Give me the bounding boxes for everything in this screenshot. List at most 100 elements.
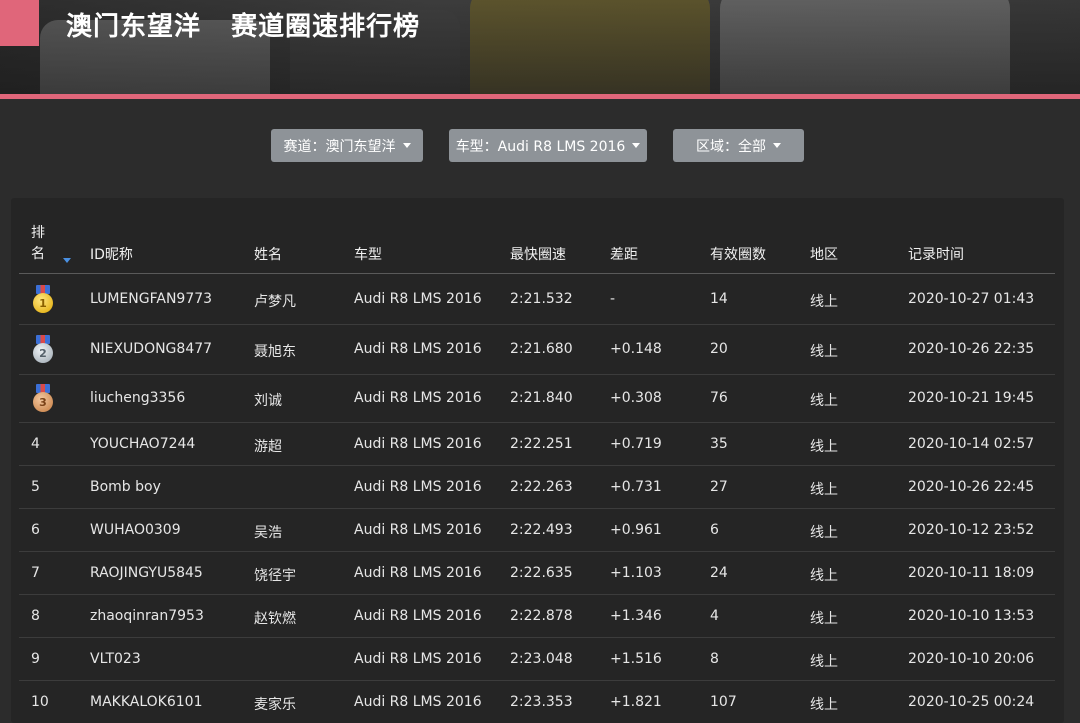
cell-id: liucheng3356 <box>90 390 186 406</box>
table-row: 10 MAKKALOK6101 麦家乐 Audi R8 LMS 2016 2:23.35… <box>19 681 1055 723</box>
cell-region: 线上 <box>810 393 838 409</box>
cell-name: 游超 <box>254 439 282 455</box>
filter-bar: 赛道：澳门东望洋 车型：Audi R8 LMS 2016 区域：全部 <box>0 129 1080 163</box>
cell-region: 线上 <box>810 568 838 584</box>
column-header-best-lap: 最快圈速 <box>510 247 566 263</box>
table-row: 5 Bomb boy Audi R8 LMS 2016 2:22.263 +0.731 2… <box>19 466 1055 509</box>
cell-id: RAOJINGYU5845 <box>90 565 203 581</box>
cell-time: 2020-10-10 20:06 <box>908 651 1035 667</box>
track-dropdown[interactable]: 赛道：澳门东望洋 <box>271 129 423 162</box>
page-title: 澳门东望洋 赛道圈速排行榜 <box>66 12 421 42</box>
cell-laps: 6 <box>710 522 719 538</box>
cell-best-lap: 2:21.840 <box>510 390 573 406</box>
rank-number: 10 <box>31 694 49 710</box>
cell-car: Audi R8 LMS 2016 <box>354 291 482 307</box>
cell-id: WUHAO0309 <box>90 522 181 538</box>
column-header-car: 车型 <box>354 247 382 263</box>
cell-laps: 27 <box>710 479 728 495</box>
banner-car-image <box>720 0 1010 94</box>
cell-gap: +0.148 <box>610 341 662 357</box>
cell-time: 2020-10-10 13:53 <box>908 608 1035 624</box>
cell-gap: - <box>610 291 616 307</box>
cell-best-lap: 2:21.680 <box>510 341 573 357</box>
cell-best-lap: 2:22.635 <box>510 565 573 581</box>
cell-name: 饶径宇 <box>254 568 296 584</box>
table-row: 6 WUHAO0309 吴浩 Audi R8 LMS 2016 2:22.493 +0.9… <box>19 509 1055 552</box>
cell-car: Audi R8 LMS 2016 <box>354 390 482 406</box>
cell-best-lap: 2:23.048 <box>510 651 573 667</box>
cell-time: 2020-10-26 22:45 <box>908 479 1035 495</box>
cell-time: 2020-10-25 00:24 <box>908 694 1035 710</box>
cell-region: 线上 <box>810 697 838 713</box>
cell-gap: +1.516 <box>610 651 662 667</box>
cell-id: VLT023 <box>90 651 141 667</box>
rank-number: 4 <box>31 436 40 452</box>
leaderboard-table: 排名 ID昵称 姓名 车型 最快圈速 差距 有效圈数 地区 记录时间 1 LUME… <box>11 198 1064 723</box>
rank-number: 3 <box>33 392 53 412</box>
cell-best-lap: 2:21.532 <box>510 291 573 307</box>
chevron-down-icon <box>632 143 641 148</box>
cell-car: Audi R8 LMS 2016 <box>354 436 482 452</box>
rank-number: 1 <box>33 293 53 313</box>
cell-car: Audi R8 LMS 2016 <box>354 651 482 667</box>
cell-time: 2020-10-26 22:35 <box>908 341 1035 357</box>
cell-car: Audi R8 LMS 2016 <box>354 479 482 495</box>
table-row: 9 VLT023 Audi R8 LMS 2016 2:23.048 +1.516 8 线上… <box>19 638 1055 681</box>
car-dropdown-label: 车型：Audi R8 LMS 2016 <box>455 138 626 155</box>
rank-number: 8 <box>31 608 40 624</box>
region-dropdown[interactable]: 区域：全部 <box>673 129 804 162</box>
cell-laps: 8 <box>710 651 719 667</box>
cell-best-lap: 2:23.353 <box>510 694 573 710</box>
cell-laps: 4 <box>710 608 719 624</box>
table-row: 2 NIEXUDONG8477 聂旭东 Audi R8 LMS 2016 2:21.68… <box>19 325 1055 375</box>
cell-region: 线上 <box>810 525 838 541</box>
rank-number: 2 <box>33 343 53 363</box>
silver-medal-icon: 2 <box>33 335 53 363</box>
cell-best-lap: 2:22.878 <box>510 608 573 624</box>
table-row: 8 zhaoqinran7953 赵钦燃 Audi R8 LMS 2016 2:22.8… <box>19 595 1055 638</box>
table-row: 3 liucheng3356 刘诚 Audi R8 LMS 2016 2:21.840 +… <box>19 375 1055 423</box>
cell-name: 吴浩 <box>254 525 282 541</box>
table-row: 4 YOUCHAO7244 游超 Audi R8 LMS 2016 2:22.251 +0… <box>19 423 1055 466</box>
table-row: 1 LUMENGFAN9773 卢梦凡 Audi R8 LMS 2016 2:21.53… <box>19 275 1055 325</box>
cell-car: Audi R8 LMS 2016 <box>354 608 482 624</box>
cell-time: 2020-10-14 02:57 <box>908 436 1035 452</box>
cell-gap: +0.961 <box>610 522 662 538</box>
column-header-laps: 有效圈数 <box>710 247 766 263</box>
car-dropdown[interactable]: 车型：Audi R8 LMS 2016 <box>449 129 647 162</box>
cell-id: YOUCHAO7244 <box>90 436 196 452</box>
cell-best-lap: 2:22.251 <box>510 436 573 452</box>
column-header-id: ID昵称 <box>90 247 133 263</box>
chevron-down-icon <box>402 143 411 148</box>
cell-best-lap: 2:22.493 <box>510 522 573 538</box>
sort-desc-icon[interactable] <box>63 258 71 263</box>
table-header: 排名 ID昵称 姓名 车型 最快圈速 差距 有效圈数 地区 记录时间 <box>19 198 1055 274</box>
cell-car: Audi R8 LMS 2016 <box>354 565 482 581</box>
cell-car: Audi R8 LMS 2016 <box>354 694 482 710</box>
cell-id: NIEXUDONG8477 <box>90 341 213 357</box>
cell-laps: 35 <box>710 436 728 452</box>
gold-medal-icon: 1 <box>33 285 53 313</box>
cell-gap: +0.731 <box>610 479 662 495</box>
cell-id: MAKKALOK6101 <box>90 694 203 710</box>
chevron-down-icon <box>773 143 781 148</box>
column-header-region: 地区 <box>810 247 838 263</box>
rank-number: 7 <box>31 565 40 581</box>
cell-laps: 24 <box>710 565 728 581</box>
cell-car: Audi R8 LMS 2016 <box>354 341 482 357</box>
cell-region: 线上 <box>810 439 838 455</box>
column-header-rank[interactable]: 排名 <box>31 223 49 265</box>
cell-time: 2020-10-11 18:09 <box>908 565 1035 581</box>
column-header-time: 记录时间 <box>908 247 964 263</box>
cell-gap: +1.346 <box>610 608 662 624</box>
header-banner: 澳门东望洋 赛道圈速排行榜 <box>0 0 1080 94</box>
table-row: 7 RAOJINGYU5845 饶径宇 Audi R8 LMS 2016 2:22.63… <box>19 552 1055 595</box>
cell-car: Audi R8 LMS 2016 <box>354 522 482 538</box>
rank-number: 9 <box>31 651 40 667</box>
column-header-gap: 差距 <box>610 247 638 263</box>
cell-region: 线上 <box>810 294 838 310</box>
cell-gap: +1.821 <box>610 694 662 710</box>
cell-region: 线上 <box>810 611 838 627</box>
cell-best-lap: 2:22.263 <box>510 479 573 495</box>
cell-name: 麦家乐 <box>254 697 296 713</box>
